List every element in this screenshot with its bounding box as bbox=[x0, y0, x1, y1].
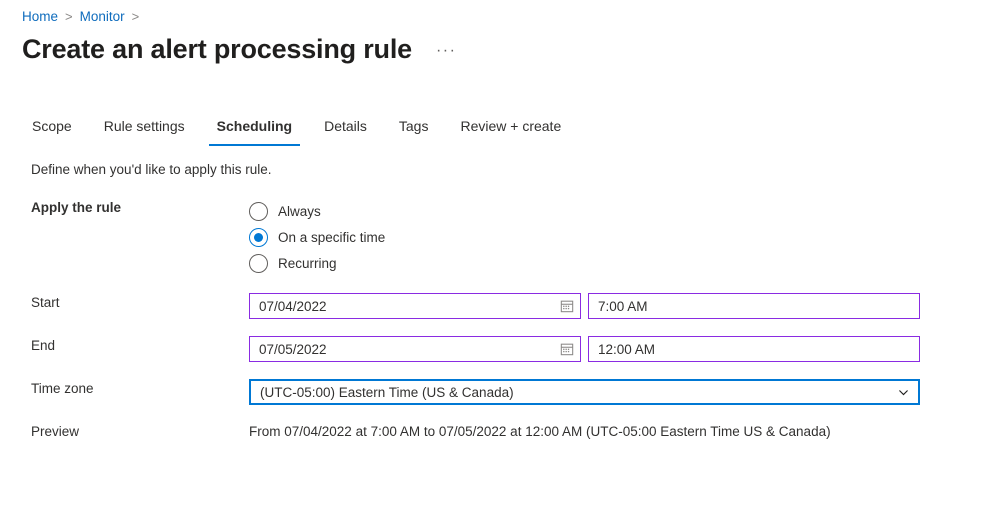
time-zone-dropdown[interactable]: (UTC-05:00) Eastern Time (US & Canada) bbox=[249, 379, 920, 405]
field-row-preview: Preview From 07/04/2022 at 7:00 AM to 07… bbox=[0, 422, 1006, 441]
more-options-icon[interactable]: ··· bbox=[432, 41, 460, 61]
start-time-value: 7:00 AM bbox=[598, 299, 648, 314]
breadcrumb-separator-icon: > bbox=[132, 8, 140, 25]
end-label: End bbox=[0, 336, 249, 355]
start-field-pair: 07/04/2022 7:00 AM bbox=[249, 293, 1006, 319]
radio-circle-selected-icon bbox=[249, 228, 268, 247]
tab-details[interactable]: Details bbox=[316, 117, 375, 146]
page-title: Create an alert processing rule bbox=[22, 31, 412, 67]
time-zone-value: (UTC-05:00) Eastern Time (US & Canada) bbox=[260, 385, 514, 400]
tab-scope[interactable]: Scope bbox=[24, 117, 80, 146]
scheduling-form: Apply the rule Always On a specific time… bbox=[0, 198, 1006, 441]
apply-rule-radio-group: Always On a specific time Recurring bbox=[249, 198, 1006, 276]
time-zone-label: Time zone bbox=[0, 379, 249, 398]
field-row-time-zone: Time zone (UTC-05:00) Eastern Time (US &… bbox=[0, 379, 1006, 405]
calendar-icon[interactable] bbox=[560, 342, 574, 356]
start-time-input[interactable]: 7:00 AM bbox=[588, 293, 920, 319]
tab-bar: Scope Rule settings Scheduling Details T… bbox=[24, 116, 569, 146]
radio-option-on-a-specific-time[interactable]: On a specific time bbox=[249, 224, 1006, 250]
tab-scheduling[interactable]: Scheduling bbox=[209, 117, 300, 146]
radio-label-recurring: Recurring bbox=[278, 254, 337, 273]
start-date-value: 07/04/2022 bbox=[259, 299, 327, 314]
field-row-start: Start 07/04/2022 bbox=[0, 293, 1006, 319]
end-time-value: 12:00 AM bbox=[598, 342, 655, 357]
tab-tags[interactable]: Tags bbox=[391, 117, 437, 146]
tab-review-create[interactable]: Review + create bbox=[452, 117, 569, 146]
breadcrumb-item-home[interactable]: Home bbox=[22, 8, 58, 25]
field-row-apply-rule: Apply the rule Always On a specific time… bbox=[0, 198, 1006, 276]
end-time-input[interactable]: 12:00 AM bbox=[588, 336, 920, 362]
end-date-input[interactable]: 07/05/2022 bbox=[249, 336, 581, 362]
radio-option-always[interactable]: Always bbox=[249, 198, 1006, 224]
end-date-value: 07/05/2022 bbox=[259, 342, 327, 357]
section-description: Define when you'd like to apply this rul… bbox=[31, 160, 271, 179]
breadcrumb-separator-icon: > bbox=[65, 8, 73, 25]
field-row-end: End 07/05/2022 bbox=[0, 336, 1006, 362]
breadcrumb: Home > Monitor > bbox=[22, 8, 146, 25]
preview-value: From 07/04/2022 at 7:00 AM to 07/05/2022… bbox=[249, 422, 1006, 441]
start-date-input[interactable]: 07/04/2022 bbox=[249, 293, 581, 319]
radio-circle-icon bbox=[249, 202, 268, 221]
radio-label-on-a-specific-time: On a specific time bbox=[278, 228, 385, 247]
calendar-icon[interactable] bbox=[560, 299, 574, 313]
breadcrumb-item-monitor[interactable]: Monitor bbox=[80, 8, 125, 25]
end-field-pair: 07/05/2022 12:00 AM bbox=[249, 336, 1006, 362]
apply-rule-label: Apply the rule bbox=[0, 198, 249, 217]
preview-label: Preview bbox=[0, 422, 249, 441]
radio-option-recurring[interactable]: Recurring bbox=[249, 250, 1006, 276]
radio-circle-icon bbox=[249, 254, 268, 273]
chevron-down-icon[interactable] bbox=[897, 386, 910, 399]
tab-rule-settings[interactable]: Rule settings bbox=[96, 117, 193, 146]
start-label: Start bbox=[0, 293, 249, 312]
radio-label-always: Always bbox=[278, 202, 321, 221]
page-header: Create an alert processing rule ··· bbox=[22, 31, 460, 67]
